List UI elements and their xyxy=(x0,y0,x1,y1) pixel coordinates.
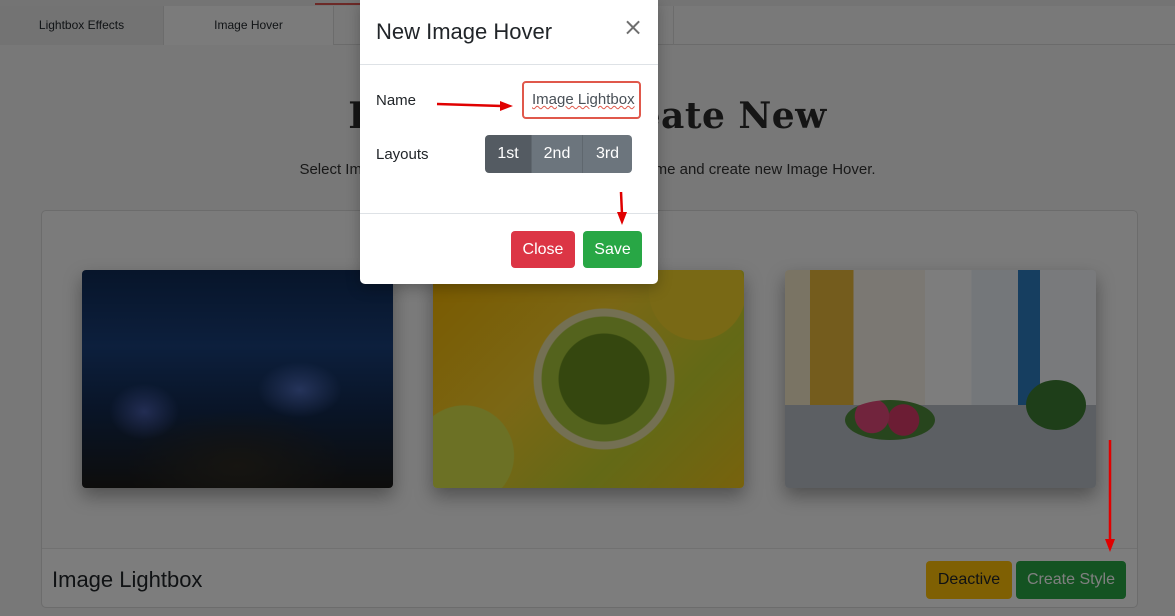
layout-3rd-button[interactable]: 3rd xyxy=(582,135,632,173)
layout-2nd-button[interactable]: 2nd xyxy=(531,135,582,173)
modal-header: New Image Hover × xyxy=(360,0,658,65)
close-button[interactable]: Close xyxy=(511,231,575,268)
modal-title: New Image Hover xyxy=(376,19,553,44)
layout-1st-button[interactable]: 1st xyxy=(485,135,531,173)
save-button[interactable]: Save xyxy=(583,231,642,268)
close-icon[interactable]: × xyxy=(622,14,644,40)
new-image-hover-modal: New Image Hover × Name Image Lightbox La… xyxy=(360,0,658,284)
name-label: Name xyxy=(376,92,417,109)
layouts-label: Layouts xyxy=(376,146,429,163)
name-input[interactable]: Image Lightbox xyxy=(522,81,641,119)
name-input-value: Image Lightbox xyxy=(532,91,635,108)
layouts-button-group: 1st 2nd 3rd xyxy=(485,135,632,173)
